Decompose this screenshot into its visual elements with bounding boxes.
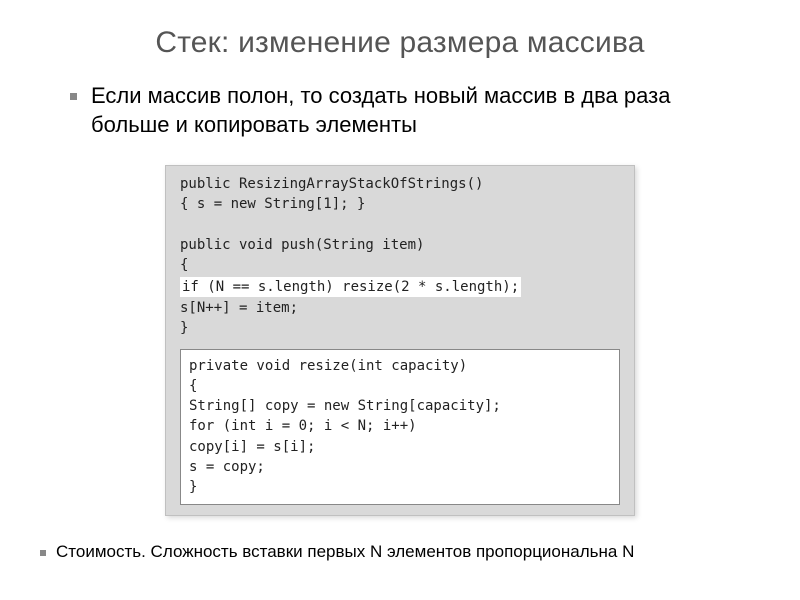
code-line: {	[189, 376, 611, 396]
code-line: String[] copy = new String[capacity];	[189, 396, 611, 416]
bullet-1: Если массив полон, то создать новый масс…	[70, 82, 740, 139]
bullet-1-text: Если массив полон, то создать новый масс…	[91, 82, 740, 139]
slide-title: Стек: изменение размера массива	[60, 26, 740, 60]
code-block: public ResizingArrayStackOfStrings() { s…	[165, 165, 635, 515]
slide-container: Стек: изменение размера массива Если мас…	[0, 0, 800, 600]
code-line: { s = new String[1]; }	[180, 194, 620, 214]
code-line-highlighted: if (N == s.length) resize(2 * s.length);	[180, 276, 620, 298]
code-inner-box: private void resize(int capacity) { Stri…	[180, 349, 620, 505]
code-line: public void push(String item)	[180, 235, 620, 255]
code-line: public ResizingArrayStackOfStrings()	[180, 174, 620, 194]
code-highlight: if (N == s.length) resize(2 * s.length);	[180, 277, 521, 297]
code-blank-line	[180, 215, 620, 235]
code-line: copy[i] = s[i];	[189, 437, 611, 457]
code-line: {	[180, 255, 620, 275]
code-line: }	[189, 477, 611, 497]
bullet-marker-icon	[40, 550, 46, 556]
bullet-2-text: Стоимость. Сложность вставки первых N эл…	[56, 542, 634, 562]
code-line: for (int i = 0; i < N; i++)	[189, 416, 611, 436]
code-area: public ResizingArrayStackOfStrings() { s…	[60, 165, 740, 515]
bullet-marker-icon	[70, 93, 77, 100]
code-line: private void resize(int capacity)	[189, 356, 611, 376]
code-line: s = copy;	[189, 457, 611, 477]
code-line: s[N++] = item;	[180, 298, 620, 318]
bullet-2: Стоимость. Сложность вставки первых N эл…	[40, 542, 740, 562]
code-line: }	[180, 318, 620, 338]
